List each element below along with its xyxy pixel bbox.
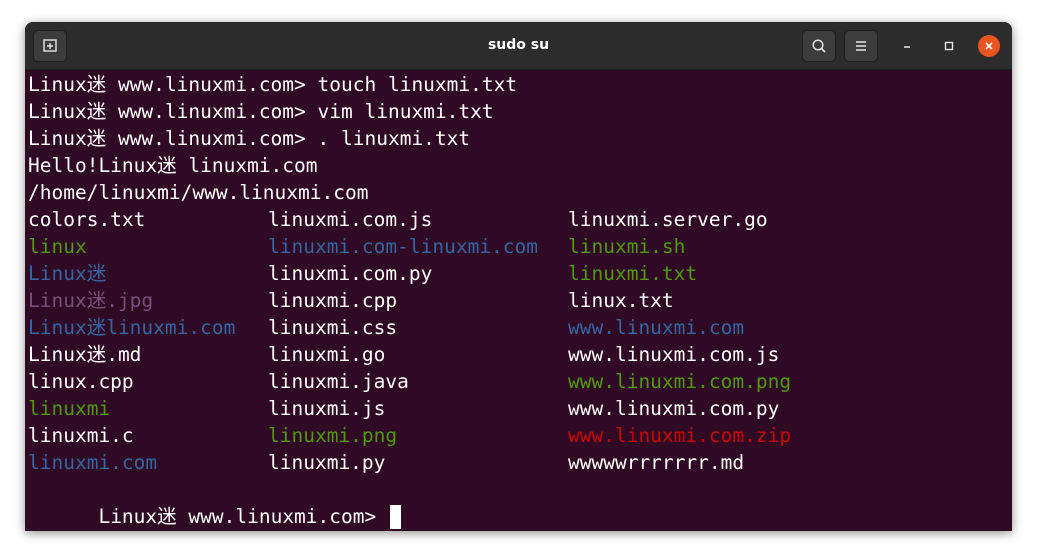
minimize-button[interactable] — [896, 35, 918, 57]
ls-entry: linuxmi.cpp — [268, 289, 398, 312]
terminal-line: Hello!Linux迷 linuxmi.com — [28, 154, 318, 177]
terminal-output[interactable]: Linux迷 www.linuxmi.com> touch linuxmi.tx… — [28, 71, 1008, 529]
terminal-line: Linux迷 www.linuxmi.com> vim linuxmi.txt — [28, 100, 494, 123]
ls-entry: linuxmi.css — [268, 316, 398, 339]
search-button[interactable] — [802, 30, 836, 62]
ls-entry: linuxmi.py — [268, 451, 386, 474]
ls-entry: wwwwwrrrrrrr.md — [568, 451, 745, 474]
ls-entry: linuxmi.sh — [568, 235, 686, 258]
ls-entry: linuxmi.com.py — [268, 262, 433, 285]
ls-entry: linuxmi.c — [28, 424, 134, 447]
ls-entry: www.linuxmi.com.zip — [568, 424, 792, 447]
menu-button[interactable] — [844, 30, 878, 62]
ls-entry: www.linuxmi.com — [568, 316, 745, 339]
ls-entry: linux.cpp — [28, 370, 134, 393]
maximize-button[interactable] — [938, 35, 960, 57]
terminal-window: sudo su Linux迷 www.linuxmi.com> touch li… — [25, 22, 1012, 531]
ls-entry: linuxmi.js — [268, 397, 386, 420]
ls-entry: linuxmi.txt — [568, 262, 698, 285]
ls-entry: linuxmi.server.go — [568, 208, 768, 231]
ls-entry: linux.txt — [568, 289, 674, 312]
title-bar[interactable]: sudo su — [25, 22, 1012, 70]
ls-entry: Linux迷linuxmi.com — [28, 316, 236, 339]
search-icon — [812, 39, 826, 53]
terminal-line: Linux迷 www.linuxmi.com> . linuxmi.txt — [28, 127, 471, 150]
terminal-line: Linux迷 www.linuxmi.com> touch linuxmi.tx… — [28, 73, 518, 96]
close-button[interactable] — [978, 35, 1000, 57]
ls-entry: www.linuxmi.com.py — [568, 397, 780, 420]
shell-prompt: Linux迷 www.linuxmi.com> — [98, 505, 388, 528]
ls-entry: linux — [28, 235, 87, 258]
maximize-icon — [944, 41, 954, 51]
ls-entry: Linux迷 — [28, 262, 107, 285]
prompt-line[interactable]: Linux迷 www.linuxmi.com> — [28, 476, 401, 529]
ls-entry: linuxmi.com.js — [268, 208, 433, 231]
ls-entry: www.linuxmi.com.png — [568, 370, 792, 393]
terminal-line: /home/linuxmi/www.linuxmi.com — [28, 181, 369, 204]
ls-entry: linuxmi.png — [268, 424, 398, 447]
ls-entry: linuxmi.go — [268, 343, 386, 366]
ls-entry: www.linuxmi.com.js — [568, 343, 780, 366]
ls-entry: colors.txt — [28, 208, 146, 231]
ls-entry: linuxmi.java — [268, 370, 409, 393]
ls-entry: linuxmi — [28, 397, 111, 420]
ls-entry: Linux迷.md — [28, 343, 142, 366]
close-icon — [985, 42, 993, 50]
hamburger-menu-icon — [856, 41, 866, 51]
ls-entry: linuxmi.com — [28, 451, 158, 474]
ls-entry: Linux迷.jpg — [28, 289, 154, 312]
text-cursor — [389, 505, 401, 529]
minimize-icon — [904, 46, 910, 48]
ls-entry: linuxmi.com-linuxmi.com — [268, 235, 539, 258]
